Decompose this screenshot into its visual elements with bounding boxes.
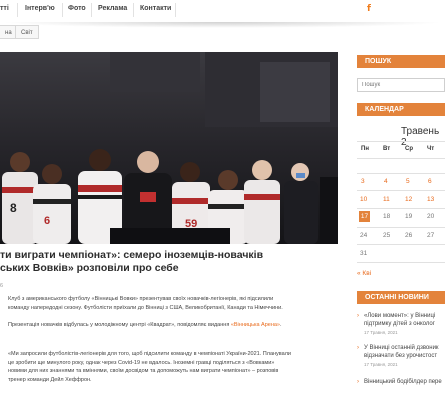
- nav-item-contacts[interactable]: Контакти: [140, 5, 171, 12]
- bullet-icon: ›: [357, 345, 359, 351]
- facebook-icon[interactable]: f: [367, 4, 371, 14]
- calendar-day[interactable]: 5: [406, 178, 410, 185]
- paragraph-line: команду напередодні сезону. Футболісти п…: [8, 304, 283, 311]
- nav-item-photo[interactable]: Фото: [68, 5, 86, 12]
- calendar-day: 27: [427, 232, 435, 239]
- team-photo-image: 8 6 59: [0, 52, 338, 244]
- paragraph-line: тренер команди Дейл Хеффрон.: [8, 376, 92, 383]
- calendar-day: 26: [405, 232, 413, 239]
- calendar-day-today[interactable]: 17: [359, 211, 370, 222]
- news-date: 17 Травня, 2021: [364, 362, 398, 367]
- nav-divider: [91, 3, 92, 17]
- article-photo: 8 6 59: [0, 52, 338, 244]
- paragraph-line: Клуб з американського футболу «Вінницькі…: [8, 296, 274, 302]
- calendar-day: 25: [383, 232, 391, 239]
- paragraph-line: «Ми запросили футболістів-легіонерів для…: [8, 351, 291, 357]
- nav-divider: [175, 3, 176, 17]
- news-title[interactable]: Вінницький бодібілдер пере: [364, 378, 442, 386]
- bullet-icon: ›: [357, 379, 359, 385]
- svg-text:6: 6: [44, 215, 50, 227]
- calendar-divider: [357, 158, 445, 159]
- calendar-month: Травень 2: [401, 126, 440, 148]
- paragraph-text: .: [280, 322, 282, 328]
- article-paragraph: Клуб з американського футболу «Вінницькі…: [8, 295, 338, 312]
- nav-divider: [62, 3, 63, 17]
- nav-divider: [17, 3, 18, 17]
- paragraph-line: це зробити ще минулого року, однак через…: [8, 359, 275, 366]
- article-date: 6: [0, 283, 4, 289]
- headline-line: ти виграти чемпіонат»: семеро іноземців-…: [0, 249, 264, 261]
- news-title[interactable]: відзначати без урочистост: [364, 352, 437, 360]
- calendar-prev-month-link[interactable]: « Кві: [357, 270, 371, 277]
- nav-item-articles[interactable]: тті: [0, 5, 9, 12]
- nav-item-interview[interactable]: Інтерв'ю: [25, 5, 55, 12]
- bullet-icon: ›: [357, 313, 359, 319]
- calendar-day[interactable]: 10: [360, 196, 367, 203]
- weekday-label: Чт: [427, 146, 435, 152]
- top-navigation: тті Інтерв'ю Фото Реклама Контакти f: [0, 0, 445, 22]
- weekday-label: Пн: [361, 146, 369, 152]
- paragraph-line: новими для них знаннями та вміннями, сво…: [8, 368, 279, 374]
- calendar-divider: [357, 208, 445, 209]
- news-date: 17 Травня, 2021: [364, 330, 398, 335]
- source-link[interactable]: «Вінницька Арена»: [231, 322, 280, 328]
- svg-text:8: 8: [10, 201, 17, 215]
- calendar-day[interactable]: 12: [405, 196, 412, 203]
- paragraph-text: Презентація новачків відбулась у молодіж…: [8, 322, 231, 328]
- nav-item-ads[interactable]: Реклама: [98, 5, 127, 12]
- headline-line: ських Вовків» розповіли про себе: [0, 262, 179, 274]
- calendar-divider: [357, 173, 445, 174]
- news-title[interactable]: підтримку дітей з онколог: [364, 320, 435, 328]
- calendar-divider: [357, 227, 445, 228]
- calendar-day[interactable]: 3: [361, 178, 365, 185]
- calendar-day[interactable]: 11: [383, 196, 390, 203]
- calendar-divider: [357, 141, 445, 142]
- calendar-day: 20: [427, 213, 435, 220]
- news-title[interactable]: У Вінниці останній дзвоник: [364, 344, 439, 352]
- news-title[interactable]: «Лови момент»: у Вінниці: [364, 312, 435, 320]
- calendar-day[interactable]: 4: [384, 178, 388, 185]
- search-widget-title: ПОШУК: [357, 55, 445, 68]
- weekday-label: Вт: [383, 146, 391, 152]
- nav-divider: [133, 3, 134, 17]
- calendar-divider: [357, 262, 445, 263]
- news-widget-title: ОСТАННІ НОВИНИ: [357, 291, 445, 304]
- article-paragraph: «Ми запросили футболістів-легіонерів для…: [8, 350, 338, 384]
- calendar-day: 31: [360, 250, 368, 257]
- calendar-divider: [357, 244, 445, 245]
- calendar-day[interactable]: 13: [427, 196, 434, 203]
- tag-pill[interactable]: Світ: [15, 25, 39, 39]
- search-input[interactable]: [357, 78, 445, 92]
- weekday-label: Ср: [405, 146, 413, 152]
- calendar-divider: [357, 190, 445, 191]
- calendar-day: 18: [383, 213, 391, 220]
- calendar-day[interactable]: 6: [428, 178, 432, 185]
- nav-shadow: [0, 22, 445, 28]
- calendar-day: 19: [405, 213, 413, 220]
- article-paragraph: Презентація новачків відбулась у молодіж…: [8, 321, 338, 330]
- calendar-day: 24: [360, 232, 368, 239]
- calendar-widget-title: КАЛЕНДАР: [357, 103, 445, 116]
